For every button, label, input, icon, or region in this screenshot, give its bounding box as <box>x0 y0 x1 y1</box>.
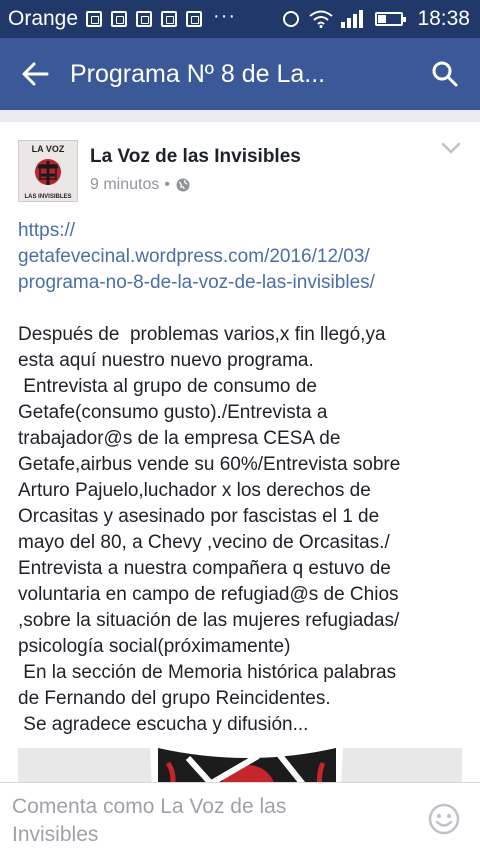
wifi-icon <box>309 10 334 28</box>
image-notification-icon <box>86 10 103 27</box>
status-indicators: 18:38 <box>283 7 470 31</box>
comment-input[interactable]: Comenta como La Voz de las Invisibles <box>12 793 412 849</box>
image-notification-icon <box>161 10 178 27</box>
carrier-name: Orange <box>8 7 79 30</box>
globe-icon <box>176 178 190 192</box>
post-link[interactable]: https:// getafevecinal.wordpress.com/201… <box>18 218 458 296</box>
chevron-down-icon[interactable] <box>440 140 462 156</box>
image-notification-icon <box>186 10 203 27</box>
comment-placeholder: Comenta como La Voz de las Invisibles <box>12 795 287 846</box>
notification-icons: ··· <box>86 5 236 28</box>
avatar-text-bottom: LAS INVISIBLES <box>24 194 71 200</box>
comment-bar: Comenta como La Voz de las Invisibles <box>0 782 480 854</box>
search-button[interactable] <box>410 38 480 110</box>
emoji-icon[interactable] <box>428 803 460 835</box>
app-bar: Programa Nº 8 de La... <box>0 38 480 110</box>
avatar-text-top: LA VOZ <box>32 144 65 154</box>
back-button[interactable] <box>0 38 70 110</box>
post-image-graphic <box>18 748 462 782</box>
page-title: Programa Nº 8 de La... <box>70 59 326 88</box>
back-arrow-icon <box>22 62 49 86</box>
avatar-logo: LA VOZ LAS INVISIBLES <box>19 141 77 201</box>
image-notification-icon <box>111 10 128 27</box>
signal-icon <box>341 10 365 28</box>
post-card: LA VOZ LAS INVISIBLES La Voz de las Invi… <box>0 122 480 782</box>
post-image[interactable] <box>18 748 462 782</box>
post-text: Después de problemas varios,x fin llegó,… <box>18 324 401 735</box>
post-meta: 9 minutos • <box>90 176 190 194</box>
alarm-icon <box>283 11 300 27</box>
search-icon <box>432 61 458 87</box>
more-notifications-indicator: ··· <box>213 4 237 27</box>
battery-icon <box>375 12 407 26</box>
avatar[interactable]: LA VOZ LAS INVISIBLES <box>18 140 78 202</box>
clock: 18:38 <box>417 7 470 30</box>
image-notification-icon <box>136 10 153 27</box>
status-bar: Orange ··· 18:38 <box>0 0 480 38</box>
meta-separator: • <box>164 176 170 193</box>
post-author[interactable]: La Voz de las Invisibles <box>90 146 301 168</box>
post-time[interactable]: 9 minutos <box>90 176 159 194</box>
